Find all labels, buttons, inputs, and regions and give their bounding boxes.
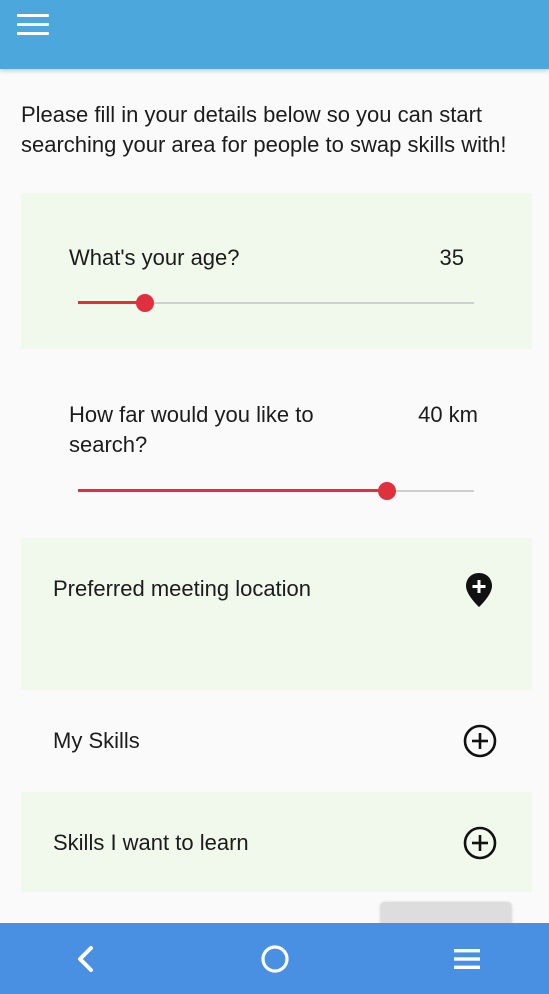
skills-to-learn-label: Skills I want to learn: [53, 830, 249, 855]
add-location-pin-icon[interactable]: [463, 572, 495, 608]
age-value: 35: [439, 245, 464, 270]
distance-slider-fill: [78, 489, 387, 492]
skills-to-learn-row[interactable]: Skills I want to learn: [21, 792, 532, 892]
distance-slider-thumb[interactable]: [377, 482, 396, 500]
age-slider-fill: [78, 301, 146, 304]
hamburger-menu-icon[interactable]: [17, 12, 49, 38]
menu-icon[interactable]: [449, 941, 485, 977]
my-skills-label: My Skills: [53, 728, 140, 753]
add-learn-skill-icon[interactable]: [463, 826, 497, 860]
back-icon[interactable]: [68, 941, 104, 977]
distance-label: How far would you like to search?: [69, 402, 314, 457]
home-icon[interactable]: [257, 941, 293, 977]
intro-text: Please fill in your details below so you…: [21, 102, 507, 157]
my-skills-row[interactable]: My Skills: [21, 690, 532, 792]
distance-card: How far would you like to search? 40 km: [21, 349, 532, 538]
age-slider[interactable]: [78, 293, 474, 313]
distance-value: 40 km: [418, 402, 478, 427]
app-bar: [0, 0, 549, 69]
age-card: What's your age? 35: [21, 193, 532, 349]
add-skill-icon[interactable]: [463, 724, 497, 758]
meeting-location-card[interactable]: Preferred meeting location: [21, 538, 532, 690]
age-slider-thumb[interactable]: [136, 294, 155, 312]
system-nav-bar: [0, 923, 549, 994]
meeting-location-label: Preferred meeting location: [53, 576, 312, 601]
distance-slider[interactable]: [78, 481, 474, 501]
age-label: What's your age?: [69, 245, 240, 270]
